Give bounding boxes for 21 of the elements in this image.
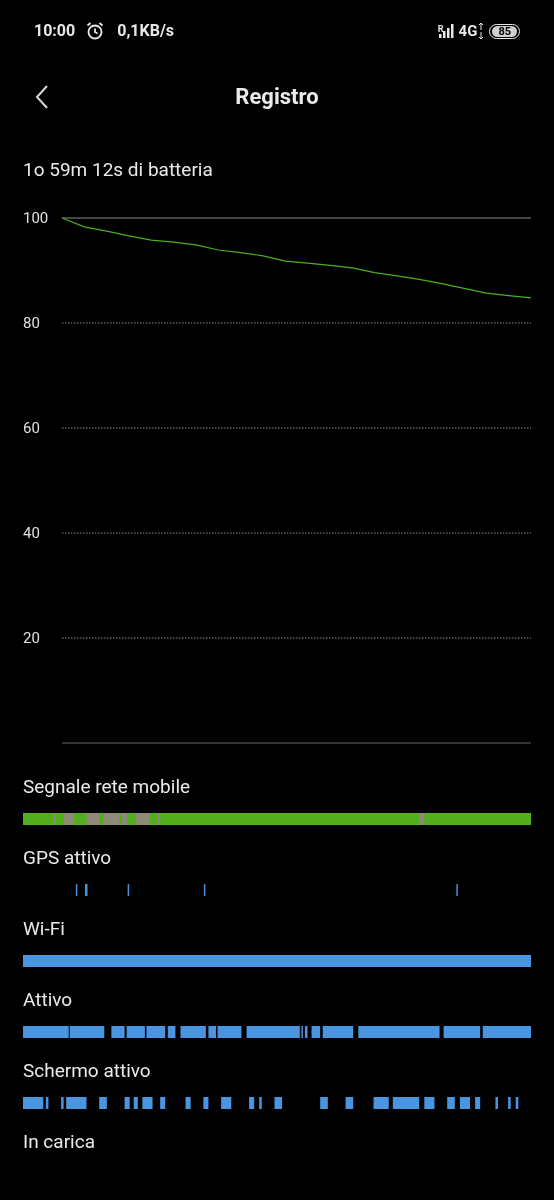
back-icon xyxy=(35,84,49,110)
y-tick-label: 60 xyxy=(23,419,40,437)
y-tick-label: 40 xyxy=(23,524,40,542)
page-title: Registro xyxy=(235,83,319,111)
track-label: Wi-Fi xyxy=(23,916,66,942)
track-label: Schermo attivo xyxy=(23,1058,152,1084)
signal-icon xyxy=(438,24,455,38)
track-label: GPS attivo xyxy=(23,845,113,871)
status-time: 10:00 xyxy=(34,20,76,42)
y-tick-label: 20 xyxy=(23,629,40,647)
track-label: In carica xyxy=(23,1129,96,1155)
track-label: Segnale rete mobile xyxy=(23,774,192,800)
network-speed: 0,1KB/s xyxy=(117,20,175,42)
network-type: 4G xyxy=(458,20,478,42)
y-tick-label: 80 xyxy=(23,314,40,332)
y-tick-label: 100 xyxy=(23,209,49,227)
alarm-clock-icon xyxy=(85,21,106,41)
data-arrows-icon xyxy=(478,23,485,39)
roaming-indicator: R xyxy=(437,23,444,36)
battery-duration: 1o 59m 12s di batteria xyxy=(23,156,213,183)
track-label: Attivo xyxy=(23,987,74,1013)
